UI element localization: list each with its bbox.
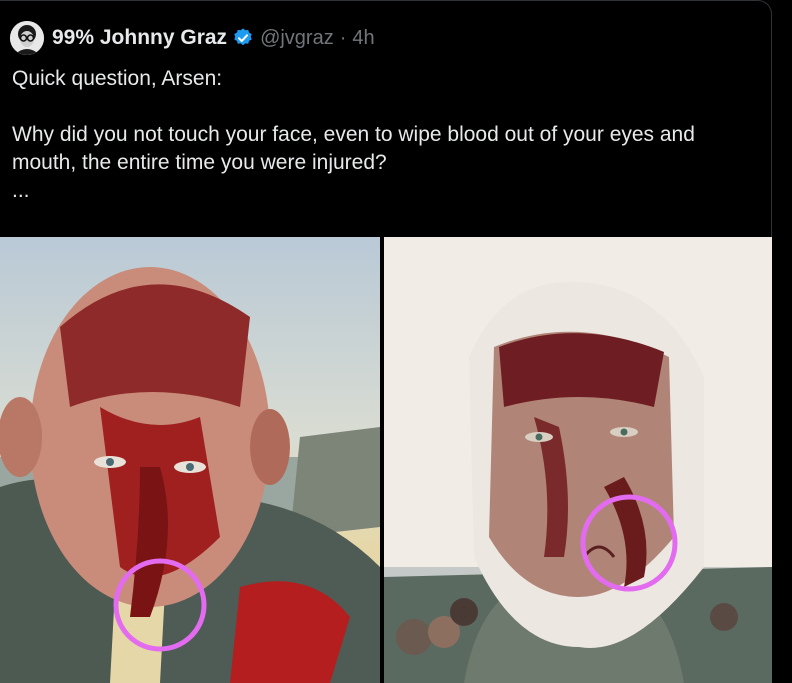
bloodied-face-selfie-image bbox=[0, 237, 380, 683]
avatar[interactable] bbox=[10, 21, 44, 55]
photo-left[interactable] bbox=[0, 237, 380, 683]
timestamp[interactable]: 4h bbox=[352, 27, 374, 50]
tweet-header: 99% Johnny Graz @jvgraz · 4h bbox=[10, 21, 375, 55]
separator-dot: · bbox=[339, 26, 347, 49]
bandaged-bloodied-face-image bbox=[384, 237, 772, 683]
avatar-glasses-icon bbox=[10, 21, 44, 55]
tweet-card[interactable]: 99% Johnny Graz @jvgraz · 4h Quick quest… bbox=[0, 0, 772, 683]
photo-right[interactable] bbox=[384, 237, 772, 683]
tweet-media bbox=[0, 237, 772, 683]
display-name[interactable]: 99% Johnny Graz bbox=[52, 26, 227, 50]
user-handle[interactable]: @jvgraz bbox=[260, 27, 334, 50]
tweet-text: Quick question, Arsen: Why did you not t… bbox=[12, 67, 695, 202]
verified-badge-icon bbox=[234, 28, 252, 46]
